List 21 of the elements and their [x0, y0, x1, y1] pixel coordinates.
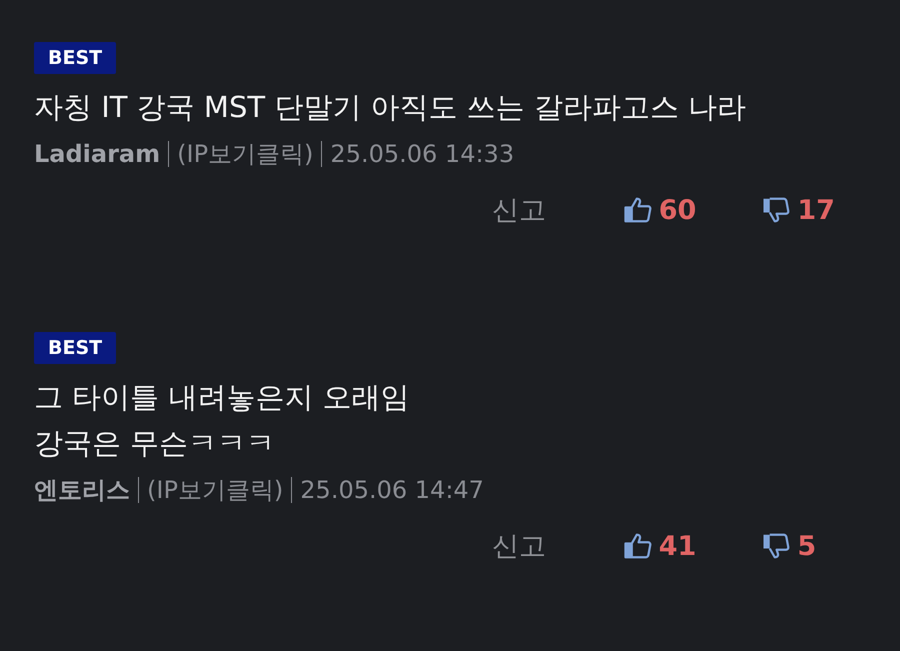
author-name[interactable]: 엔토리스 [34, 474, 130, 506]
ip-link[interactable]: (IP보기클릭) [177, 138, 314, 170]
comment-date: 25.05.06 14:33 [330, 140, 514, 168]
thumbs-down-icon[interactable] [761, 195, 792, 225]
dislike-count: 5 [797, 530, 816, 562]
dislike-count: 17 [797, 194, 835, 226]
like-count: 41 [658, 530, 696, 562]
ip-link[interactable]: (IP보기클릭) [147, 474, 284, 506]
comment-text: 자칭 IT 강국 MST 단말기 아직도 쓰는 갈라파고스 나라 [34, 89, 748, 126]
best-badge: BEST [34, 332, 116, 364]
thumbs-up-icon[interactable] [622, 531, 653, 561]
like-count: 60 [658, 194, 696, 226]
best-badge: BEST [34, 42, 116, 74]
report-link[interactable]: 신고 [492, 192, 623, 228]
comment-text: 그 타이틀 내려놓은지 오래임 [34, 379, 411, 416]
thumbs-down-icon[interactable] [761, 531, 792, 561]
comment-text: 강국은 무슨ㅋㅋㅋ [34, 425, 276, 462]
thumbs-up-icon[interactable] [622, 195, 653, 225]
report-link[interactable]: 신고 [492, 528, 623, 564]
author-name[interactable]: Ladiaram [34, 140, 160, 168]
comment-date: 25.05.06 14:47 [300, 476, 484, 504]
